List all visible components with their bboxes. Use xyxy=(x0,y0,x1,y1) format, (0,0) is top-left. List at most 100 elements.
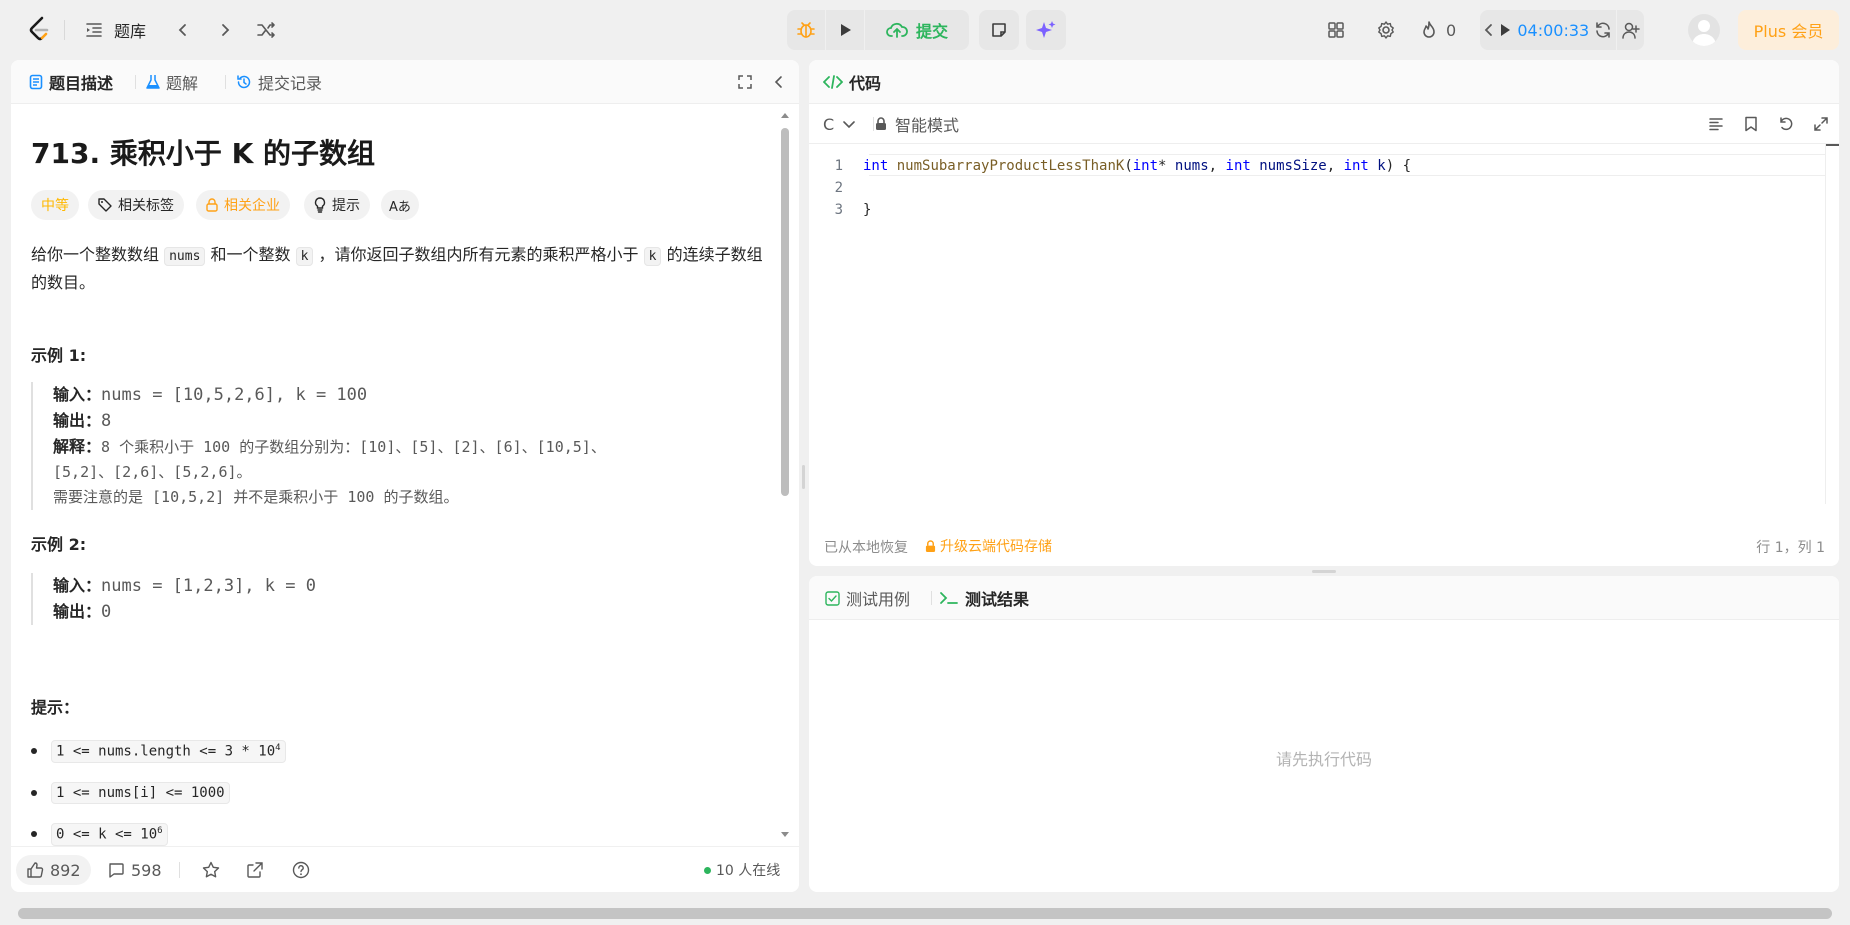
code-token: int xyxy=(1343,158,1369,174)
code-token: ) { xyxy=(1385,158,1412,174)
panel-resize-handle[interactable] xyxy=(802,465,805,489)
scrollbar-thumb[interactable] xyxy=(781,128,789,496)
online-users: 10 人在线 xyxy=(704,859,780,881)
tab-submissions[interactable]: 提交记录 xyxy=(236,60,322,104)
example-2-heading: 示例 2: xyxy=(31,535,87,554)
timer-play-button[interactable] xyxy=(1497,10,1513,50)
tag-icon xyxy=(98,198,112,212)
fire-icon xyxy=(1423,21,1435,38)
example-explanation: 8 个乘积小于 100 的子数组分别为：[10]、[5]、[2]、[6]、[10… xyxy=(101,438,606,456)
scroll-up-icon xyxy=(781,113,789,118)
tab-solutions[interactable]: 题解 xyxy=(146,60,198,104)
editor-resize-handle[interactable] xyxy=(1312,570,1336,573)
companies-button[interactable]: 相关企业 xyxy=(196,190,290,220)
plus-membership-button[interactable]: Plus 会员 xyxy=(1738,10,1839,50)
code-token: nums xyxy=(1174,158,1209,174)
format-button[interactable] xyxy=(1703,111,1729,137)
random-problem-button[interactable] xyxy=(249,13,283,47)
code-token: numSubarrayProductLessThanK xyxy=(896,158,1125,174)
favorite-button[interactable] xyxy=(197,856,225,884)
editor-fullscreen-button[interactable] xyxy=(1808,111,1834,137)
tab-testcases[interactable]: 测试用例 xyxy=(825,576,910,620)
translate-button[interactable]: Aあ xyxy=(381,190,419,220)
tab-description[interactable]: 题目描述 xyxy=(29,60,113,104)
cloud-upload-icon xyxy=(886,22,908,38)
run-submit-group: 提交 xyxy=(787,10,969,50)
constraint-text: 1 <= nums.length <= 3 * 10 xyxy=(56,743,276,760)
example-output: 8 xyxy=(101,411,112,431)
upgrade-storage-link[interactable]: 升级云端代码存储 xyxy=(925,535,1052,557)
hint-button[interactable]: 提示 xyxy=(304,190,370,220)
undo-icon xyxy=(1780,117,1793,131)
hint-label: 提示 xyxy=(332,198,360,214)
debug-button[interactable] xyxy=(787,10,825,50)
problem-list-button[interactable]: 题库 xyxy=(84,14,146,46)
next-problem-button[interactable] xyxy=(208,13,242,47)
code-line: 3 } xyxy=(809,199,872,221)
ai-assistant-button[interactable] xyxy=(1026,10,1066,50)
fullscreen-button[interactable] xyxy=(733,70,757,94)
tab-submissions-label: 提交记录 xyxy=(258,74,323,93)
invite-user-button[interactable] xyxy=(1617,10,1644,50)
play-icon xyxy=(841,24,851,36)
language-select[interactable]: C xyxy=(823,110,856,138)
smart-mode-toggle[interactable]: 智能模式 xyxy=(875,110,959,138)
horizontal-scrollbar[interactable] xyxy=(18,908,1832,919)
online-count: 10 人在线 xyxy=(716,863,781,879)
submit-label: 提交 xyxy=(915,22,948,41)
example-1-heading: 示例 1: xyxy=(31,346,87,365)
input-label: 输入： xyxy=(53,576,102,595)
constraint-item: 0 <= k <= 106 xyxy=(31,823,168,846)
gear-icon xyxy=(1378,21,1394,39)
problem-statement: 给你一个整数数组 nums 和一个整数 k ，请你返回子数组内所有元素的乘积严格… xyxy=(31,242,771,296)
tab-test-results[interactable]: 测试结果 xyxy=(939,576,1029,620)
submit-button[interactable]: 提交 xyxy=(865,10,969,50)
bookmark-button[interactable] xyxy=(1738,111,1764,137)
code-editor[interactable]: 1 int numSubarrayProductLessThanK(int* n… xyxy=(809,144,1839,524)
related-tags-button[interactable]: 相关标签 xyxy=(88,190,184,220)
code-line: 2 xyxy=(809,177,857,199)
statement-text: ，请你返回子数组内所有元素的乘积严格小于 xyxy=(318,245,639,264)
lightbulb-icon xyxy=(314,197,326,213)
output-label: 输出： xyxy=(53,411,102,430)
help-button[interactable] xyxy=(287,856,315,884)
editor-vertical-ruler xyxy=(1825,144,1826,504)
collapse-panel-button[interactable] xyxy=(767,70,791,94)
example-input: nums = [1,2,3], k = 0 xyxy=(101,576,316,596)
difficulty-badge: 中等 xyxy=(31,190,79,220)
companies-label: 相关企业 xyxy=(224,198,280,214)
translate-icon: Aあ xyxy=(389,199,411,215)
timer-reset-button[interactable] xyxy=(1589,10,1616,50)
lock-icon xyxy=(876,117,886,130)
description-scrollbar[interactable] xyxy=(779,110,791,840)
example-output: 0 xyxy=(101,602,112,622)
comments-button[interactable]: 598 xyxy=(107,855,162,885)
tab-code[interactable]: 代码 xyxy=(823,60,881,104)
share-button[interactable] xyxy=(241,856,269,884)
code-token: } xyxy=(863,202,872,218)
expand-icon xyxy=(1814,117,1828,131)
scroll-down-icon xyxy=(781,832,789,837)
settings-button[interactable] xyxy=(1369,13,1403,47)
help-icon xyxy=(292,861,310,879)
timer-collapse-button[interactable] xyxy=(1480,10,1497,50)
run-button[interactable] xyxy=(826,10,864,50)
prev-problem-button[interactable] xyxy=(166,13,200,47)
leetcode-logo[interactable] xyxy=(26,13,52,45)
code-token: , xyxy=(1326,158,1336,174)
line-number: 2 xyxy=(834,180,843,196)
like-button[interactable]: 892 xyxy=(16,855,91,885)
online-dot xyxy=(704,866,711,874)
notes-button[interactable] xyxy=(979,10,1019,50)
layout-button[interactable] xyxy=(1319,13,1353,47)
code-token: int xyxy=(1225,158,1251,174)
code-token: int xyxy=(863,158,889,174)
code-token: int xyxy=(1132,158,1159,174)
reset-code-button[interactable] xyxy=(1773,111,1799,137)
avatar[interactable] xyxy=(1688,14,1720,46)
code-line: 1 int numSubarrayProductLessThanK(int* n… xyxy=(809,155,1411,177)
list-icon xyxy=(86,23,102,37)
streak-counter[interactable]: 0 xyxy=(1420,13,1456,47)
expand-icon xyxy=(738,75,752,89)
star-icon xyxy=(202,861,220,878)
